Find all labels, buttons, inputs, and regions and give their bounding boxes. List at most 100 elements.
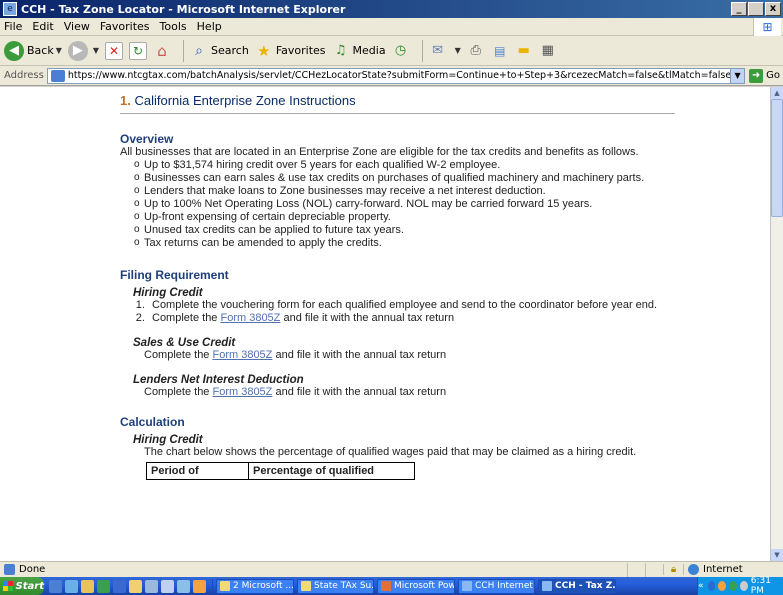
word-quicklaunch-icon[interactable] [113,579,126,593]
clock[interactable]: 6:31 PM [751,576,779,595]
quicklaunch-icon[interactable] [65,579,78,593]
sales-use-credit-subheading: Sales & Use Credit [133,337,236,349]
taskbar-item-active[interactable]: CCH - Tax Z... [538,578,616,594]
volume-icon[interactable] [739,581,748,591]
close-button[interactable]: x [765,2,781,16]
filing-requirement-heading: Filing Requirement [120,268,229,282]
address-input[interactable]: https://www.ntcgtax.com/batchAnalysis/se… [46,67,746,84]
form-3805z-link[interactable]: Form 3805Z [220,312,280,324]
ie-icon [462,581,472,591]
search-icon: ⌕ [195,42,203,59]
forward-dropdown-icon[interactable]: ▼ [93,46,99,55]
ie-app-icon[interactable]: e [3,2,17,16]
scroll-down-icon[interactable]: ▼ [771,549,783,561]
step-text: Complete the [144,386,213,398]
list-item: Up to $31,574 hiring credit over 5 years… [134,158,660,172]
start-button[interactable]: Start [0,577,44,595]
overview-heading: Overview [120,132,174,146]
form-3805z-link[interactable]: Form 3805Z [212,349,272,361]
menu-edit[interactable]: Edit [32,20,53,33]
address-dropdown-icon[interactable]: ▼ [730,68,745,83]
edit-icon[interactable]: ▤ [491,42,509,60]
quicklaunch-icon[interactable] [161,579,174,593]
task-label: Microsoft Pow... [394,581,455,591]
media-button[interactable]: ♫ Media [332,42,386,60]
taskbar-item[interactable]: State TAx Su... [297,578,374,594]
network-icon[interactable] [707,581,716,591]
mail-icon[interactable]: ✉ [429,42,447,60]
back-arrow-icon: ◀ [4,40,24,61]
step-text: and file it with the annual tax return [280,312,455,324]
go-button[interactable]: ➜ Go [749,68,780,83]
search-label: Search [211,44,249,57]
taskbar-item[interactable]: CCH Internet ... [458,578,535,594]
list-item: Tax returns can be amended to apply the … [134,236,660,250]
address-url[interactable]: https://www.ntcgtax.com/batchAnalysis/se… [68,70,730,81]
back-dropdown-icon[interactable]: ▼ [56,46,62,55]
search-button[interactable]: ⌕ Search [190,42,249,60]
page-title: 1. California Enterprise Zone Instructio… [120,87,675,114]
form-3805z-link[interactable]: Form 3805Z [212,386,272,398]
minimize-button[interactable]: _ [731,2,747,16]
favorites-button[interactable]: ★ Favorites [255,42,325,60]
quicklaunch-icon[interactable] [177,579,190,593]
status-bar: Done 🔒︎ Internet [0,561,783,577]
zone-instructions-page: 1. California Enterprise Zone Instructio… [120,87,675,480]
status-done: Done [19,564,46,575]
menu-tools[interactable]: Tools [160,20,187,33]
maximize-button[interactable] [748,2,764,16]
calc-hiring-credit-subheading: Hiring Credit [133,434,203,446]
step-text: and file it with the annual tax return [272,349,447,361]
status-text-area: Done [0,564,627,575]
taskbar-item[interactable]: 2 Microsoft ...▼ [216,578,294,594]
windows-logo-icon: ⊞ [753,18,781,36]
excel-quicklaunch-icon[interactable] [97,579,110,593]
forward-button[interactable]: ▶ ▼ [67,40,99,61]
folder-icon[interactable]: ▬ [515,42,533,60]
menu-favorites[interactable]: Favorites [100,20,150,33]
lock-icon[interactable]: 🔒︎ [663,564,683,575]
page-content[interactable]: 1. California Enterprise Zone Instructio… [0,87,770,561]
quicklaunch-icon[interactable] [81,579,94,593]
quicklaunch-icon[interactable] [193,579,206,593]
print-icon[interactable]: ⎙ [467,42,485,60]
task-label: State TAx Su... [314,581,374,591]
refresh-icon[interactable]: ↻ [129,41,148,60]
quicklaunch-icon[interactable] [145,579,158,593]
table-row: Period of Percentage of qualified [146,462,415,480]
start-label: Start [15,580,44,592]
taskbar: Start 2 Microsoft ...▼ State TAx Su... M… [0,576,783,595]
vertical-scrollbar[interactable]: ▲ ▼ [770,87,783,561]
tray-icon[interactable] [718,581,727,591]
tray-icon[interactable] [729,581,737,591]
folder-quicklaunch-icon[interactable] [129,579,142,593]
page-done-icon [4,564,15,575]
window-title-bar[interactable]: e CCH - Tax Zone Locator - Microsoft Int… [0,0,783,18]
task-label: CCH - Tax Z... [555,581,616,591]
hiring-credit-steps: Complete the vouchering form for each qu… [148,299,660,325]
address-label: Address [4,70,44,81]
history-icon[interactable]: ◷ [392,42,410,60]
list-item: Complete the Form 3805Z and file it with… [148,312,660,325]
menu-file[interactable]: File [4,20,22,33]
ie-quicklaunch-icon[interactable] [49,579,62,593]
home-icon[interactable]: ⌂ [153,42,171,60]
taskbar-item[interactable]: Microsoft Pow... [377,578,455,594]
address-bar: Address https://www.ntcgtax.com/batchAna… [0,66,783,86]
hiring-credit-table: Period of Percentage of qualified [146,462,415,480]
mail-dropdown-icon[interactable]: ▼ [455,46,461,55]
list-item: Businesses can earn sales & use tax cred… [134,171,660,185]
tray-expand-icon[interactable]: « [698,581,704,591]
hiring-credit-subheading: Hiring Credit [133,287,203,299]
back-button[interactable]: ◀ Back ▼ [4,40,62,61]
stop-icon[interactable]: ✕ [105,41,124,60]
scroll-up-icon[interactable]: ▲ [771,87,783,99]
step-text: and file it with the annual tax return [272,386,447,398]
sales-use-text: Complete the Form 3805Z and file it with… [144,349,660,362]
research-icon[interactable]: ▦ [539,42,557,60]
window-controls: _ x [731,2,781,16]
scroll-thumb[interactable] [771,99,783,217]
menu-help[interactable]: Help [197,20,222,33]
security-zone[interactable]: Internet [683,564,783,575]
menu-view[interactable]: View [64,20,90,33]
